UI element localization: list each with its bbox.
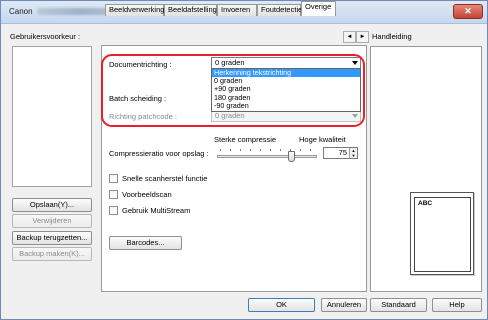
cancel-button[interactable]: Annuleren [321,298,367,312]
barcodes-button[interactable]: Barcodes... [109,236,182,250]
patchcode-direction-label: Richting patchcode : [109,112,177,121]
user-preferences-label: Gebruikersvoorkeur : [10,32,81,41]
strong-compression-label: Sterke compressie [214,135,277,144]
tab-image-processing[interactable]: Beeldverwerking [105,4,164,16]
compression-value: 75 [338,148,347,157]
chevron-down-icon [352,61,358,65]
save-button[interactable]: Opslaan(Y)... [12,198,92,212]
help-button[interactable]: Help [432,298,482,312]
delete-button[interactable]: Verwijderen [12,214,92,228]
patchcode-direction-value: 0 graden [215,111,245,120]
help-label: Handleiding [372,32,412,41]
quick-recovery-label: Snelle scanherstel functie [122,174,208,183]
chevron-down-icon [352,114,358,118]
slider-tick [230,149,231,151]
restore-backup-button[interactable]: Backup terugzetten... [12,231,92,245]
high-quality-label: Hoge kwaliteit [299,135,346,144]
slider-tick [220,149,221,151]
tab-scroll-right-icon[interactable]: ► [356,31,369,43]
user-preferences-list[interactable] [12,46,92,187]
slider-tick [250,149,251,151]
dialog-window: Canon ✕ Gebruikersvoorkeur : Opslaan(Y).… [0,0,488,320]
compression-ratio-label: Compressieratio voor opslag : [109,149,209,158]
ok-button[interactable]: OK [248,298,315,312]
compression-slider-thumb[interactable] [288,151,295,162]
default-button[interactable]: Standaard [370,298,427,312]
close-button[interactable]: ✕ [453,4,483,19]
tab-input[interactable]: Invoeren [217,4,257,16]
slider-tick [300,149,301,151]
batch-separation-label: Batch scheiding : [109,94,167,103]
slider-tick [240,149,241,151]
preview-text: ABC [418,200,433,207]
slider-tick [270,149,271,151]
spin-buttons[interactable]: ▲ ▼ [349,148,357,158]
preview-page: ABC [414,197,471,272]
create-backup-button[interactable]: Backup maken(K)... [12,247,92,261]
multistream-checkbox[interactable] [109,206,118,215]
tab-other[interactable]: Overige [301,1,336,16]
orientation-dropdown-list[interactable]: Herkenning tekstrichting 0 graden +90 gr… [211,68,361,112]
tab-image-adjustment[interactable]: Beeldafstelling [164,4,217,16]
document-preview: ABC [410,192,474,275]
tab-error-detection[interactable]: Foutdetectie [257,4,302,16]
multistream-label: Gebruik MultiStream [122,206,191,215]
compression-spinbox[interactable]: 75 ▲ ▼ [323,147,358,159]
prescan-checkbox[interactable] [109,190,118,199]
orientation-value: 0 graden [215,58,245,67]
slider-tick [280,149,281,151]
orientation-label: Documentrichting : [109,60,172,69]
option-minus-90-degrees[interactable]: -90 graden [212,101,360,110]
slider-tick [260,149,261,151]
slider-tick [310,149,311,151]
tab-scroll-left-icon[interactable]: ◄ [343,31,356,43]
quick-recovery-checkbox[interactable] [109,174,118,183]
spin-down-icon[interactable]: ▼ [350,153,357,158]
prescan-label: Voorbeeldscan [122,190,172,199]
compression-slider-track[interactable] [217,155,317,158]
